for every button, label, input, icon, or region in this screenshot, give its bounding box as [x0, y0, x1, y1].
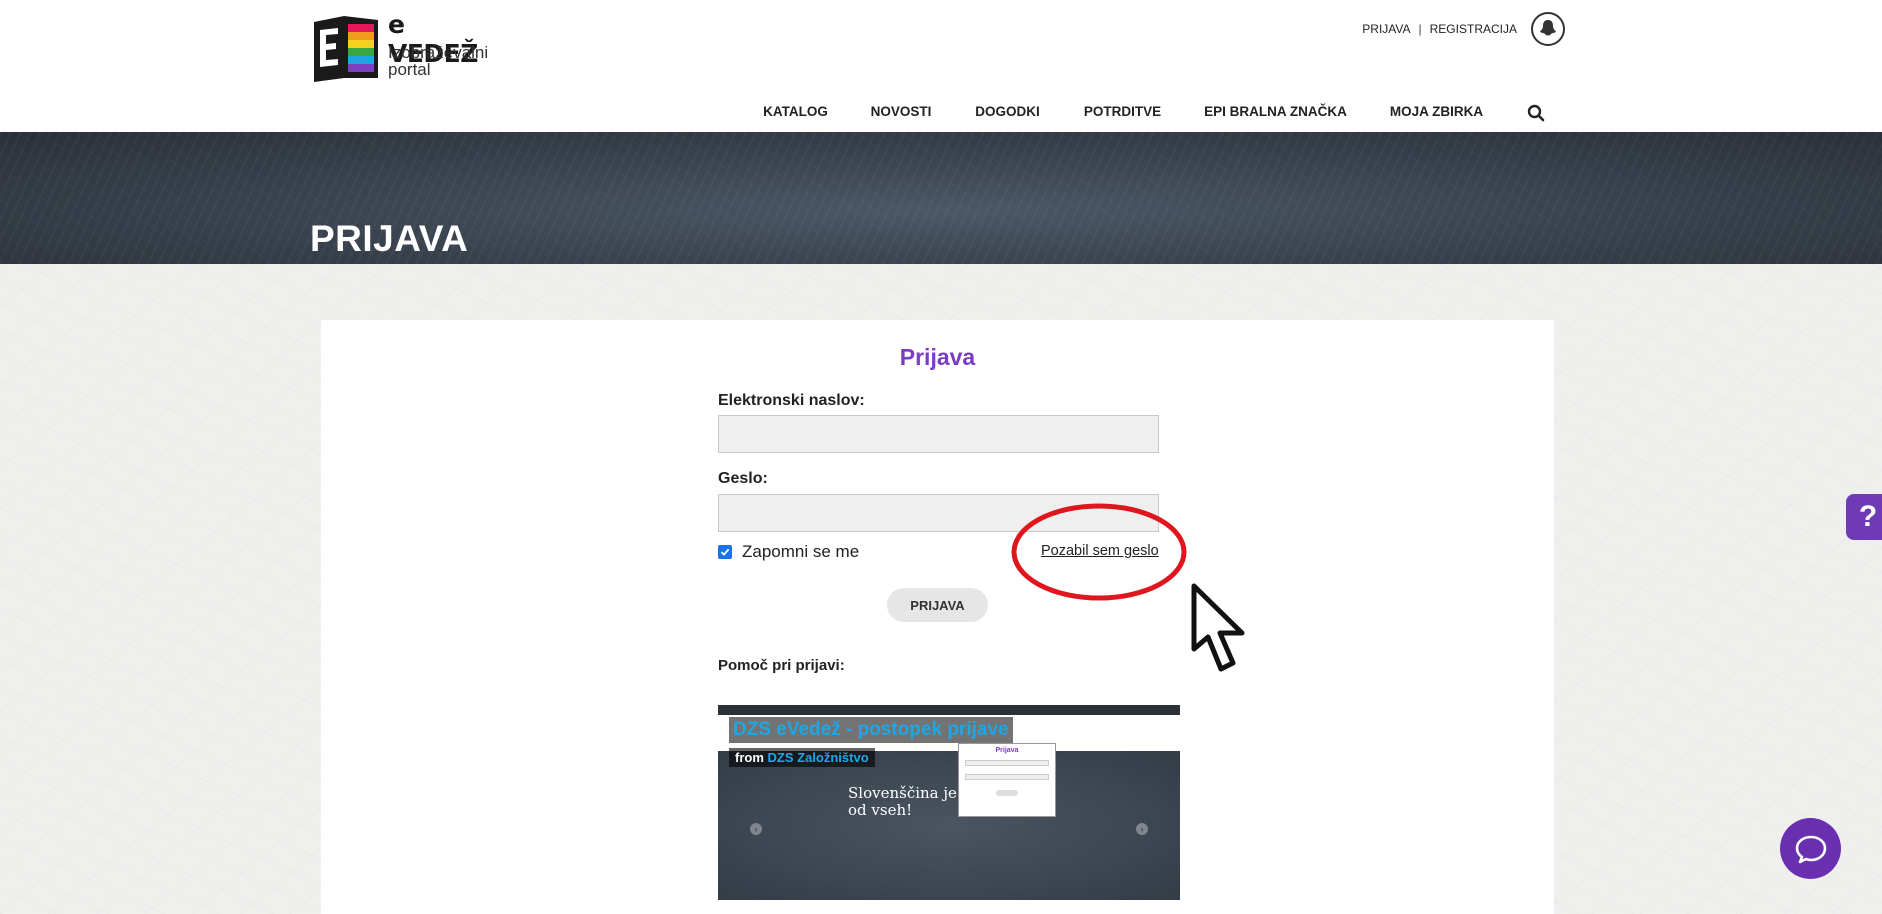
video-byline: from DZS Založništvo — [729, 748, 875, 767]
password-label: Geslo: — [718, 470, 768, 487]
site-header: e VEDEŽ Izobraževalni portal PRIJAVA | R… — [0, 0, 1882, 143]
nav-item-label: EPI BRALNA ZNAČKA — [1204, 104, 1347, 119]
video-prev-arrow-icon[interactable]: ‹ — [750, 823, 762, 835]
user-avatar-icon[interactable] — [1531, 12, 1565, 46]
video-vendor-link[interactable]: DZS Založništvo — [768, 750, 869, 765]
login-button[interactable]: PRIJAVA — [887, 588, 988, 622]
chat-button[interactable] — [1780, 818, 1841, 879]
chat-bubble-icon — [1795, 835, 1826, 863]
email-field[interactable] — [718, 415, 1159, 453]
video-browser-bar — [718, 705, 1180, 715]
nav-item-label: DOGODKI — [975, 104, 1040, 119]
video-footer — [718, 900, 1180, 914]
side-help-tab[interactable]: ? — [1846, 494, 1882, 540]
nav-item-label: NOVOSTI — [870, 104, 932, 119]
page-hero: PRIJAVA — [0, 132, 1882, 264]
book-logo-icon — [314, 16, 378, 82]
video-popup-title: Prijava — [995, 747, 1019, 754]
site-logo[interactable]: e VEDEŽ Izobraževalni portal — [310, 10, 490, 86]
remember-label: Zapomni se me — [742, 542, 860, 561]
email-label: Elektronski naslov: — [718, 392, 865, 409]
video-login-popup: Prijava — [958, 743, 1056, 817]
annotation-circle — [1011, 503, 1187, 601]
mouse-pointer-icon — [1191, 583, 1245, 672]
account-links: PRIJAVA | REGISTRACIJA — [1362, 12, 1565, 46]
register-link[interactable]: REGISTRACIJA — [1430, 22, 1517, 36]
video-slide-text: Slovenščina je od vseh! — [848, 785, 957, 819]
video-from-label: from — [735, 750, 764, 765]
video-slide-line-2: od vseh! — [848, 801, 913, 819]
account-separator: | — [1418, 22, 1422, 36]
nav-item-label: POTRDITVE — [1083, 104, 1162, 119]
page-title: PRIJAVA — [310, 218, 469, 259]
video-next-arrow-icon[interactable]: › — [1136, 823, 1148, 835]
brand-subtitle: Izobraževalni portal — [388, 43, 489, 79]
help-video[interactable]: Slovenščina je od vseh! Prijava ‹ › DZS … — [718, 705, 1180, 914]
video-title[interactable]: DZS eVedež - postopek prijave — [729, 717, 1013, 743]
remember-checkbox[interactable] — [718, 545, 732, 559]
search-icon — [1527, 104, 1545, 122]
nav-item-label: KATALOG — [763, 104, 828, 119]
nav-item-label: MOJA ZBIRKA — [1389, 104, 1484, 119]
video-slide — [718, 751, 1180, 900]
video-slide-line-1: Slovenščina je — [848, 784, 957, 802]
login-link[interactable]: PRIJAVA — [1362, 22, 1410, 36]
remember-me[interactable]: Zapomni se me — [718, 542, 859, 562]
login-help-label: Pomoč pri prijavi: — [718, 657, 845, 674]
login-form-title: Prijava — [899, 344, 976, 370]
login-card: Prijava Elektronski naslov: Geslo: Zapom… — [321, 320, 1554, 914]
